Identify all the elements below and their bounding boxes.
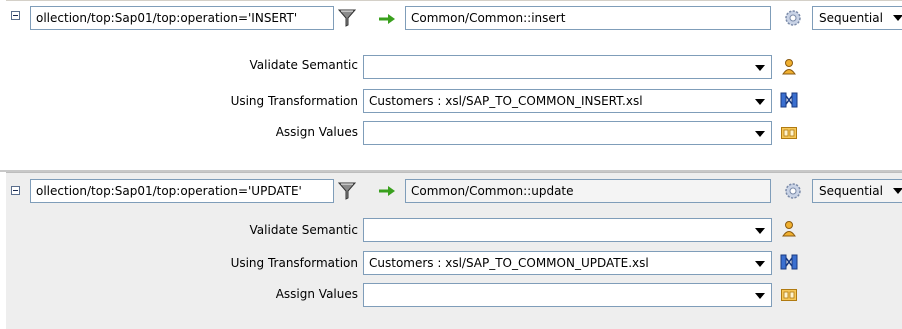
- execution-mode-value: Sequential: [819, 11, 883, 25]
- routing-rule-panel: ollection/top:Sap01/top:operation='INSER…: [6, 0, 902, 170]
- assign-icon[interactable]: [780, 124, 798, 142]
- execution-mode-select[interactable]: Sequential: [812, 179, 902, 203]
- arrow-right-icon: [379, 186, 395, 196]
- transformation-value: Customers : xsl/SAP_TO_COMMON_INSERT.xsl: [369, 94, 643, 108]
- mapper-icon[interactable]: [780, 91, 798, 109]
- collapse-icon[interactable]: [11, 186, 20, 195]
- validate-semantic-select[interactable]: [363, 55, 772, 79]
- filter-icon[interactable]: [338, 8, 356, 28]
- execution-mode-value: Sequential: [819, 184, 883, 198]
- execution-mode-select[interactable]: Sequential: [812, 6, 902, 30]
- schematron-icon[interactable]: [780, 220, 798, 238]
- chevron-down-icon: [755, 228, 765, 234]
- filter-expression-field[interactable]: ollection/top:Sap01/top:operation='UPDAT…: [30, 179, 334, 203]
- chevron-down-icon: [755, 131, 765, 137]
- arrow-right-icon: [379, 14, 395, 24]
- validate-semantic-label: Validate Semantic: [249, 223, 358, 237]
- assign-values-select[interactable]: [363, 283, 772, 307]
- chevron-down-icon: [755, 65, 765, 71]
- validate-semantic-select[interactable]: [363, 218, 772, 242]
- mapper-icon[interactable]: [780, 253, 798, 271]
- transformation-select[interactable]: Customers : xsl/SAP_TO_COMMON_INSERT.xsl: [363, 89, 772, 113]
- schematron-icon[interactable]: [780, 58, 798, 76]
- assign-values-label: Assign Values: [275, 125, 358, 139]
- assign-values-select[interactable]: [363, 121, 772, 145]
- collapse-icon[interactable]: [11, 11, 20, 20]
- transformation-value: Customers : xsl/SAP_TO_COMMON_UPDATE.xsl: [369, 256, 649, 270]
- chevron-down-icon: [755, 293, 765, 299]
- target-operation-field[interactable]: Common/Common::insert: [405, 6, 771, 30]
- chevron-down-icon: [755, 99, 765, 105]
- transformation-label: Using Transformation: [230, 256, 358, 270]
- routing-rule-panel: ollection/top:Sap01/top:operation='UPDAT…: [6, 172, 902, 329]
- transformation-label: Using Transformation: [230, 94, 358, 108]
- target-operation-field[interactable]: Common/Common::update: [405, 179, 771, 203]
- filter-expression-field[interactable]: ollection/top:Sap01/top:operation='INSER…: [30, 6, 334, 30]
- gear-icon[interactable]: [784, 9, 802, 27]
- assign-values-label: Assign Values: [275, 287, 358, 301]
- chevron-down-icon: [893, 15, 902, 21]
- assign-icon[interactable]: [780, 286, 798, 304]
- validate-semantic-label: Validate Semantic: [249, 58, 358, 72]
- gear-icon[interactable]: [784, 182, 802, 200]
- transformation-select[interactable]: Customers : xsl/SAP_TO_COMMON_UPDATE.xsl: [363, 251, 772, 275]
- chevron-down-icon: [755, 261, 765, 267]
- chevron-down-icon: [893, 188, 902, 194]
- filter-icon[interactable]: [338, 181, 356, 201]
